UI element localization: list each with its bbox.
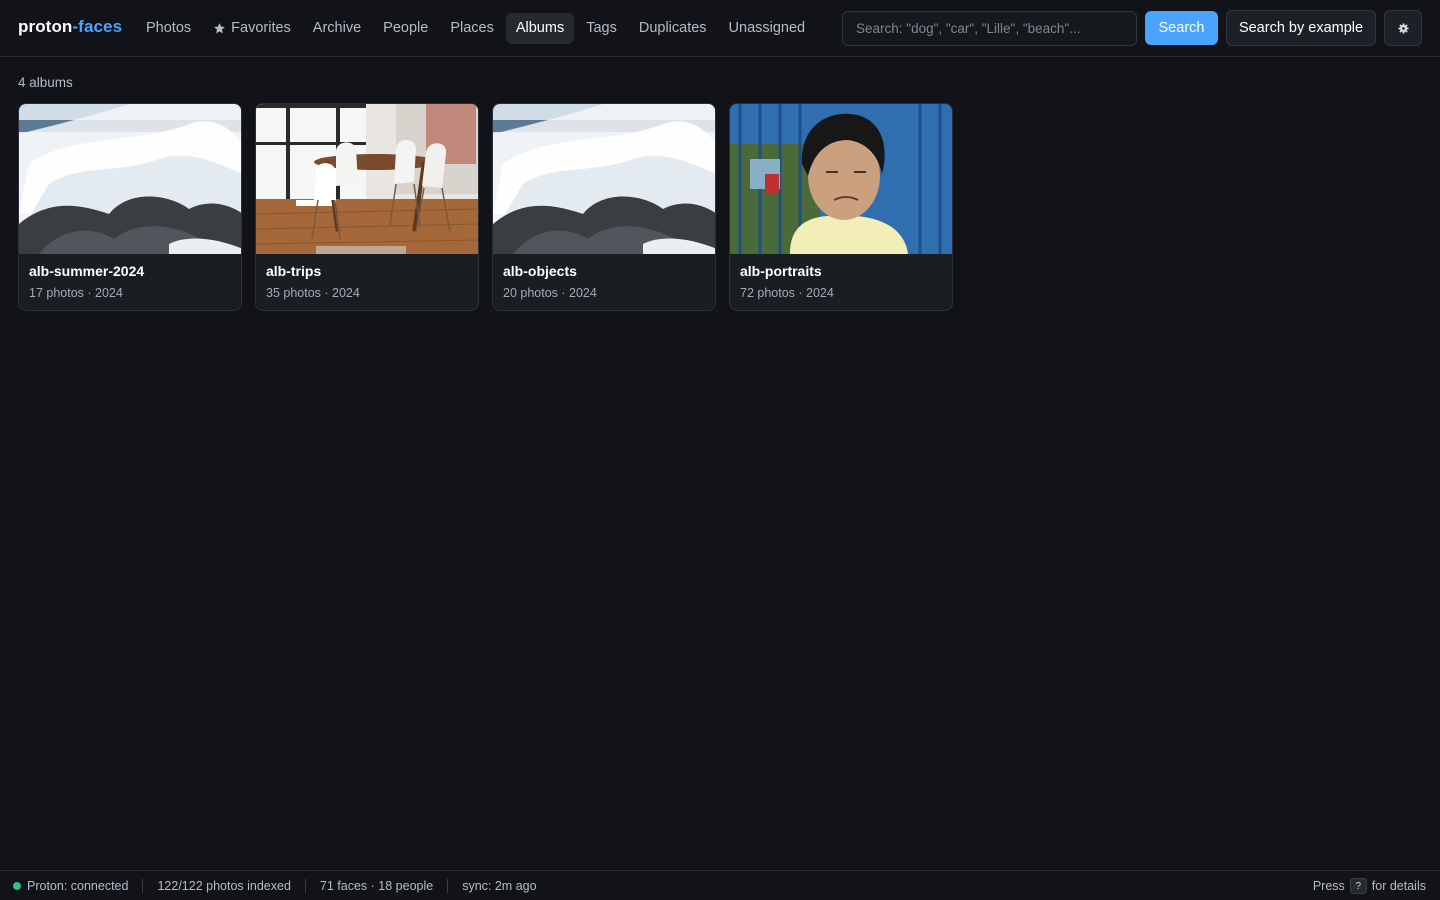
album-meta: 20 photos · 2024 — [503, 286, 597, 300]
album-grid: alb-summer-2024 17 photos · 2024 alb-tri… — [18, 103, 953, 311]
nav-duplicates[interactable]: Duplicates — [629, 13, 717, 44]
nav-unassigned[interactable]: Unassigned — [719, 13, 816, 44]
nav-archive[interactable]: Archive — [303, 13, 371, 44]
album-thumbnail-ocean-wave — [19, 104, 241, 254]
nav-albums-label: Albums — [515, 20, 565, 36]
album-title: alb-summer-2024 — [29, 263, 145, 279]
album-title: alb-objects — [503, 263, 577, 279]
album-meta: 35 photos · 2024 — [266, 286, 360, 300]
help-hint: Press ? for details — [1313, 878, 1426, 894]
gear-icon — [1397, 22, 1409, 34]
status-connection-text: Proton: connected — [27, 878, 129, 893]
status-sync: sync: 2m ago — [462, 878, 537, 893]
search-by-example-button[interactable]: Search by example — [1226, 10, 1376, 46]
search-button[interactable]: Search — [1145, 11, 1218, 45]
nav-people[interactable]: People — [373, 13, 438, 44]
album-card[interactable]: alb-objects 20 photos · 2024 — [492, 103, 716, 311]
nav-tags-label: Tags — [586, 20, 617, 36]
album-title: alb-portraits — [740, 263, 822, 279]
album-meta: 72 photos · 2024 — [740, 286, 834, 300]
album-title: alb-trips — [266, 263, 322, 279]
star-icon — [214, 23, 226, 34]
connected-status-icon — [13, 881, 21, 890]
nav-photos-label: Photos — [146, 20, 192, 36]
album-meta: 17 photos · 2024 — [29, 286, 123, 300]
top-bar: proton-faces Photos Favorites Archive Pe… — [0, 0, 1440, 57]
status-connection: Proton: connected — [0, 878, 144, 893]
album-thumbnail-dining-room — [256, 104, 478, 254]
album-card[interactable]: alb-summer-2024 17 photos · 2024 — [18, 103, 242, 311]
nav-favorites-label: Favorites — [231, 20, 291, 36]
help-suffix: for details — [1371, 879, 1426, 893]
brand-main: proton — [18, 17, 73, 36]
nav-tags[interactable]: Tags — [576, 13, 627, 44]
status-bar: Proton: connected 122/122 photos indexed… — [0, 870, 1440, 900]
album-card[interactable]: alb-portraits 72 photos · 2024 — [729, 103, 953, 311]
nav-duplicates-label: Duplicates — [638, 20, 707, 36]
settings-button[interactable] — [1384, 10, 1422, 46]
main-nav: Photos Favorites Archive People Places A… — [136, 13, 815, 44]
nav-albums[interactable]: Albums — [505, 13, 575, 44]
search-input[interactable] — [842, 11, 1137, 46]
nav-favorites[interactable]: Favorites — [203, 13, 301, 44]
status-indexed: 122/122 photos indexed — [143, 878, 306, 893]
help-prefix: Press — [1312, 879, 1345, 893]
nav-archive-label: Archive — [312, 20, 362, 36]
album-count: 4 albums — [18, 75, 73, 90]
nav-places[interactable]: Places — [440, 13, 504, 44]
album-thumbnail-ocean-wave — [493, 104, 715, 254]
nav-unassigned-label: Unassigned — [728, 20, 806, 36]
nav-photos[interactable]: Photos — [136, 13, 201, 44]
album-card[interactable]: alb-trips 35 photos · 2024 — [255, 103, 479, 311]
album-thumbnail-portrait — [730, 104, 952, 254]
app-logo[interactable]: proton-faces — [18, 17, 122, 37]
nav-places-label: Places — [450, 20, 494, 36]
brand-accent: -faces — [72, 17, 123, 36]
help-key[interactable]: ? — [1349, 878, 1367, 894]
status-faces: 71 faces · 18 people — [306, 878, 449, 893]
nav-people-label: People — [383, 20, 429, 36]
